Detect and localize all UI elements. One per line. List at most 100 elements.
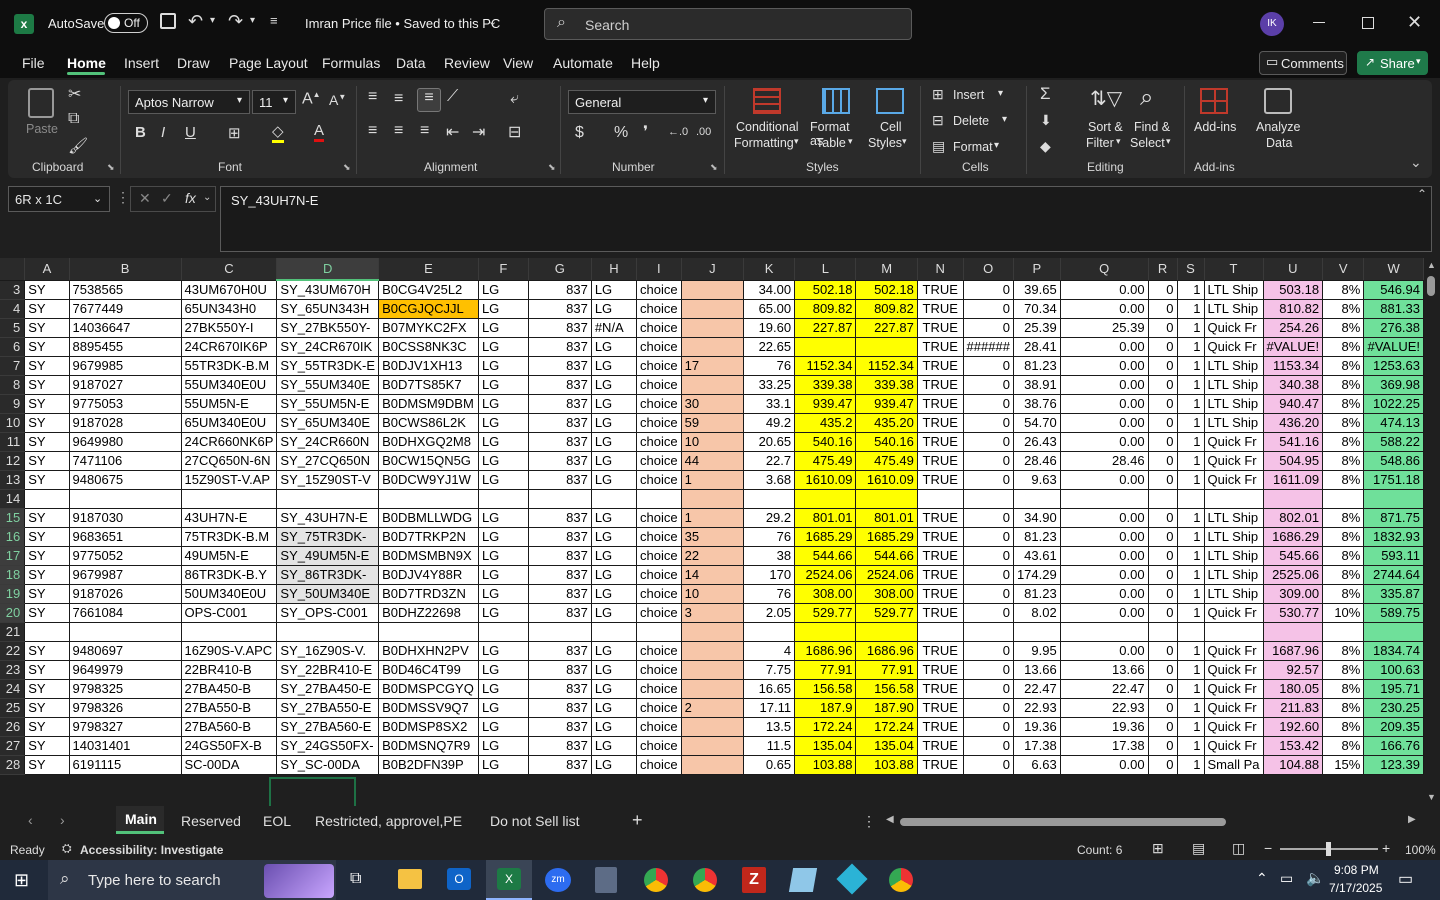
cell-c3[interactable]: 43UM670H0U	[181, 280, 278, 300]
cell-g4[interactable]: 837	[528, 299, 592, 319]
cell-a17[interactable]: SY	[24, 546, 70, 566]
column-header-c[interactable]: C	[181, 258, 278, 281]
cell-m16[interactable]: 1685.29	[855, 527, 918, 547]
cell-t14[interactable]	[1204, 489, 1264, 509]
cell-a15[interactable]: SY	[24, 508, 70, 528]
cell-w19[interactable]: 335.87	[1363, 584, 1424, 604]
cell-q21[interactable]	[1060, 622, 1149, 642]
cell-t18[interactable]: LTL Ship	[1204, 565, 1264, 585]
row-header[interactable]: 14	[0, 489, 26, 509]
cell-p23[interactable]: 13.66	[1013, 660, 1061, 680]
cell-n11[interactable]: TRUE	[917, 432, 964, 452]
cell-l20[interactable]: 529.77	[794, 603, 857, 623]
outlook-icon[interactable]: O	[447, 868, 471, 890]
cell-a9[interactable]: SY	[24, 394, 70, 414]
cell-k24[interactable]: 16.65	[743, 679, 796, 699]
cell-v17[interactable]: 8%	[1322, 546, 1365, 566]
cell-h19[interactable]: LG	[591, 584, 638, 604]
cell-o15[interactable]: 0	[963, 508, 1014, 528]
cell-i10[interactable]: choice	[636, 413, 682, 433]
cell-k23[interactable]: 7.75	[743, 660, 796, 680]
cell-f10[interactable]: LG	[478, 413, 529, 433]
cell-p8[interactable]: 38.91	[1013, 375, 1061, 395]
menu-formulas[interactable]: Formulas	[322, 55, 380, 71]
row-header[interactable]: 27	[0, 736, 26, 756]
cell-q7[interactable]: 0.00	[1060, 356, 1149, 376]
cell-e15[interactable]: B0DBMLLWDG	[378, 508, 479, 528]
cell-o3[interactable]: 0	[963, 280, 1014, 300]
cell-h14[interactable]	[591, 489, 638, 509]
cell-q17[interactable]: 0.00	[1060, 546, 1149, 566]
cell-a25[interactable]: SY	[24, 698, 70, 718]
cell-l3[interactable]: 502.18	[794, 280, 857, 300]
cell-t28[interactable]: Small Pa	[1204, 755, 1264, 775]
cell-i23[interactable]: choice	[636, 660, 682, 680]
column-header-d[interactable]: D	[276, 258, 380, 281]
cell-i7[interactable]: choice	[636, 356, 682, 376]
cell-t26[interactable]: Quick Fr	[1204, 717, 1264, 737]
speaker-icon[interactable]: 🔈	[1306, 869, 1325, 887]
chrome-icon[interactable]	[644, 868, 668, 892]
menu-review[interactable]: Review	[444, 55, 490, 71]
font-name-select[interactable]: Aptos Narrow ▾	[128, 90, 250, 114]
cell-o16[interactable]: 0	[963, 527, 1014, 547]
cell-c27[interactable]: 24GS50FX-B	[181, 736, 278, 756]
cell-g13[interactable]: 837	[528, 470, 592, 490]
cell-n15[interactable]: TRUE	[917, 508, 964, 528]
cell-s25[interactable]: 1	[1177, 698, 1205, 718]
cell-i5[interactable]: choice	[636, 318, 682, 338]
cell-u13[interactable]: 1611.09	[1263, 470, 1324, 490]
cell-u16[interactable]: 1686.29	[1263, 527, 1324, 547]
format-painter-icon[interactable]: 🖌	[68, 136, 88, 156]
cell-t5[interactable]: Quick Fr	[1204, 318, 1264, 338]
cell-o14[interactable]	[963, 489, 1014, 509]
cell-m22[interactable]: 1686.96	[855, 641, 918, 661]
cell-p5[interactable]: 25.39	[1013, 318, 1061, 338]
chrome-profile-icon[interactable]	[693, 868, 717, 892]
cell-m26[interactable]: 172.24	[855, 717, 918, 737]
cell-c5[interactable]: 27BK550Y-I	[181, 318, 278, 338]
cell-o12[interactable]: 0	[963, 451, 1014, 471]
cell-p25[interactable]: 22.93	[1013, 698, 1061, 718]
decrease-font-icon[interactable]: A▼	[329, 92, 346, 108]
cell-b27[interactable]: 14031401	[69, 736, 182, 756]
format-cells-icon[interactable]: ▤	[932, 138, 945, 155]
cell-o27[interactable]: 0	[963, 736, 1014, 756]
cell-v24[interactable]: 8%	[1322, 679, 1365, 699]
cell-t15[interactable]: LTL Ship	[1204, 508, 1264, 528]
cell-o13[interactable]: 0	[963, 470, 1014, 490]
cell-u11[interactable]: 541.16	[1263, 432, 1324, 452]
cell-c15[interactable]: 43UH7N-E	[181, 508, 278, 528]
cell-f20[interactable]: LG	[478, 603, 529, 623]
cell-c13[interactable]: 15Z90ST-V.AP	[181, 470, 278, 490]
cell-k4[interactable]: 65.00	[743, 299, 796, 319]
cell-v15[interactable]: 8%	[1322, 508, 1365, 528]
cell-e3[interactable]: B0CG4V25L2	[378, 280, 479, 300]
cell-v3[interactable]: 8%	[1322, 280, 1365, 300]
cell-h18[interactable]: LG	[591, 565, 638, 585]
cell-m24[interactable]: 156.58	[855, 679, 918, 699]
cell-c28[interactable]: SC-00DA	[181, 755, 278, 775]
cell-w23[interactable]: 100.63	[1363, 660, 1424, 680]
confirm-entry-icon[interactable]: ✓	[161, 190, 173, 207]
cell-t6[interactable]: Quick Fr	[1204, 337, 1264, 357]
cell-r23[interactable]: 0	[1148, 660, 1178, 680]
cell-h3[interactable]: LG	[591, 280, 638, 300]
align-top-icon[interactable]: ≡	[368, 88, 377, 106]
cell-g8[interactable]: 837	[528, 375, 592, 395]
cell-v11[interactable]: 8%	[1322, 432, 1365, 452]
task-view-icon[interactable]: ⧉	[350, 870, 361, 888]
increase-font-icon[interactable]: A▲	[302, 90, 321, 108]
cell-l6[interactable]	[794, 337, 857, 357]
clear-icon[interactable]: ◆	[1040, 138, 1051, 155]
redo-dropdown-icon[interactable]: ▾	[250, 15, 255, 26]
cell-p4[interactable]: 70.34	[1013, 299, 1061, 319]
increase-decimal-icon[interactable]: ←.0	[668, 126, 688, 138]
autosum-icon[interactable]: Σ	[1040, 84, 1051, 104]
name-box[interactable]: 6R x 1C ⌄	[8, 186, 110, 212]
insert-cells-icon[interactable]: ⊞	[932, 86, 944, 103]
cell-i18[interactable]: choice	[636, 565, 682, 585]
cell-g17[interactable]: 837	[528, 546, 592, 566]
cell-t24[interactable]: Quick Fr	[1204, 679, 1264, 699]
cell-p7[interactable]: 81.23	[1013, 356, 1061, 376]
